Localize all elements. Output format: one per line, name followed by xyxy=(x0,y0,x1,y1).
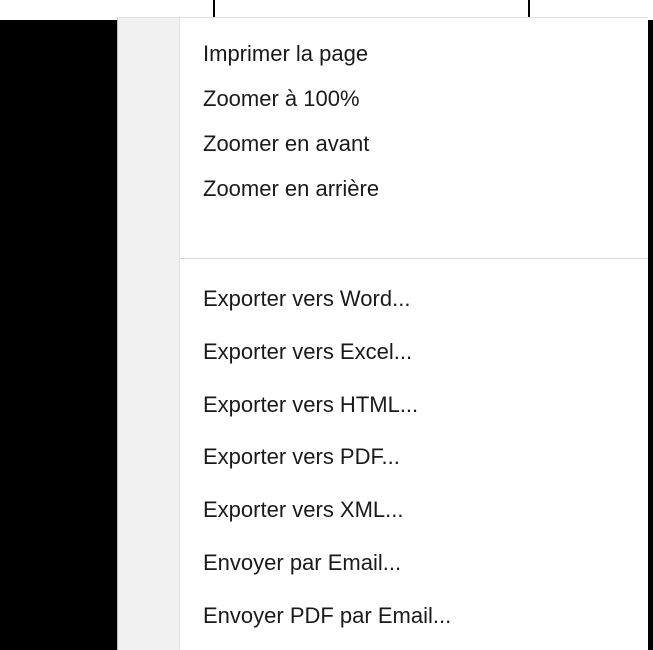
menu-item-export-excel[interactable]: Exporter vers Excel... xyxy=(180,332,648,372)
menu-item-zoom-in[interactable]: Zoomer en avant xyxy=(180,124,648,164)
menu-item-zoom-out[interactable]: Zoomer en arrière xyxy=(180,169,648,209)
menu-separator xyxy=(180,258,648,259)
menu-item-export-xml[interactable]: Exporter vers XML... xyxy=(180,490,648,530)
menu-item-print-page[interactable]: Imprimer la page xyxy=(180,34,648,74)
menu-item-export-word[interactable]: Exporter vers Word... xyxy=(180,279,648,319)
menu-icon-gutter xyxy=(118,18,179,650)
menu-item-export-html[interactable]: Exporter vers HTML... xyxy=(180,385,648,425)
menu-item-export-pdf[interactable]: Exporter vers PDF... xyxy=(180,437,648,477)
menu-item-send-email[interactable]: Envoyer par Email... xyxy=(180,543,648,583)
context-menu: Imprimer la page Zoomer à 100% Zoomer en… xyxy=(117,17,648,650)
menu-item-send-pdf-email[interactable]: Envoyer PDF par Email... xyxy=(180,596,648,636)
screen: Imprimer la page Zoomer à 100% Zoomer en… xyxy=(0,0,653,650)
menu-item-zoom-100[interactable]: Zoomer à 100% xyxy=(180,79,648,119)
